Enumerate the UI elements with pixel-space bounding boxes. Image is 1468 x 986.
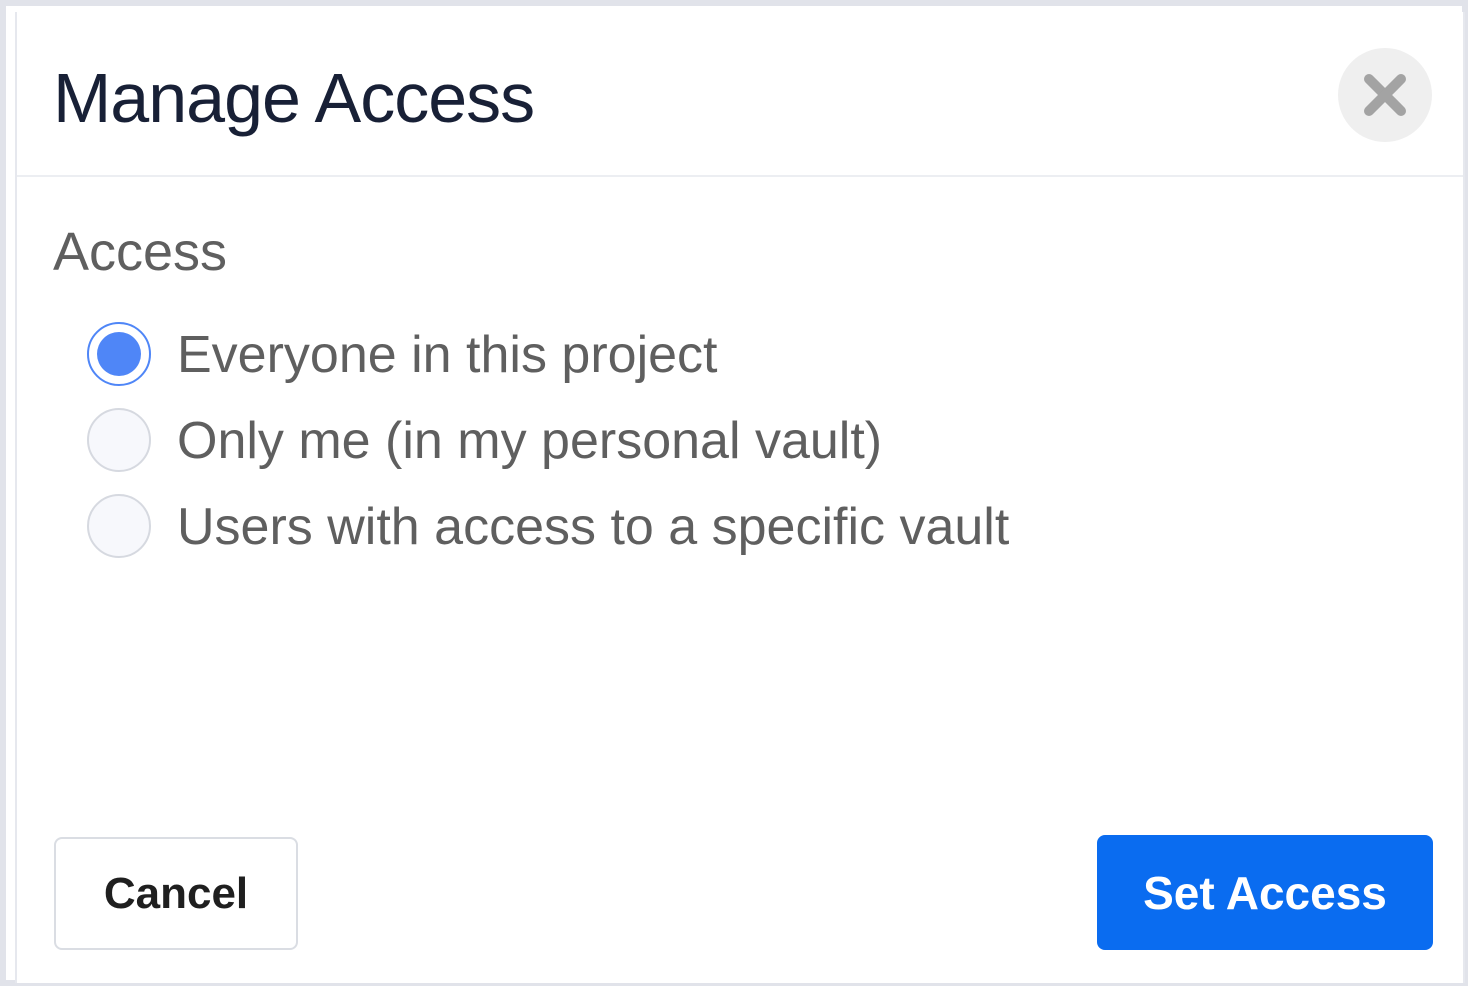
radio-label-everyone: Everyone in this project [177,326,718,384]
cancel-button[interactable]: Cancel [54,837,298,950]
radio-button-only-me[interactable] [87,408,151,472]
dialog-header: Manage Access [17,12,1463,177]
window-frame: Manage Access Access Everyone in this pr… [0,0,1468,986]
close-icon [1364,74,1406,116]
radio-label-specific-vault: Users with access to a specific vault [177,498,1010,556]
radio-option-everyone[interactable]: Everyone in this project [87,320,1087,406]
radio-label-only-me: Only me (in my personal vault) [177,412,883,470]
access-section-label: Access [53,222,228,282]
set-access-button[interactable]: Set Access [1097,835,1433,950]
radio-button-everyone[interactable] [87,322,151,386]
radio-option-specific-vault[interactable]: Users with access to a specific vault [87,492,1087,578]
manage-access-dialog: Manage Access Access Everyone in this pr… [15,12,1465,983]
dialog-title: Manage Access [53,59,535,137]
close-button[interactable] [1338,48,1432,142]
radio-button-specific-vault[interactable] [87,494,151,558]
access-radio-group: Everyone in this project Only me (in my … [87,320,1087,578]
radio-option-only-me[interactable]: Only me (in my personal vault) [87,406,1087,492]
